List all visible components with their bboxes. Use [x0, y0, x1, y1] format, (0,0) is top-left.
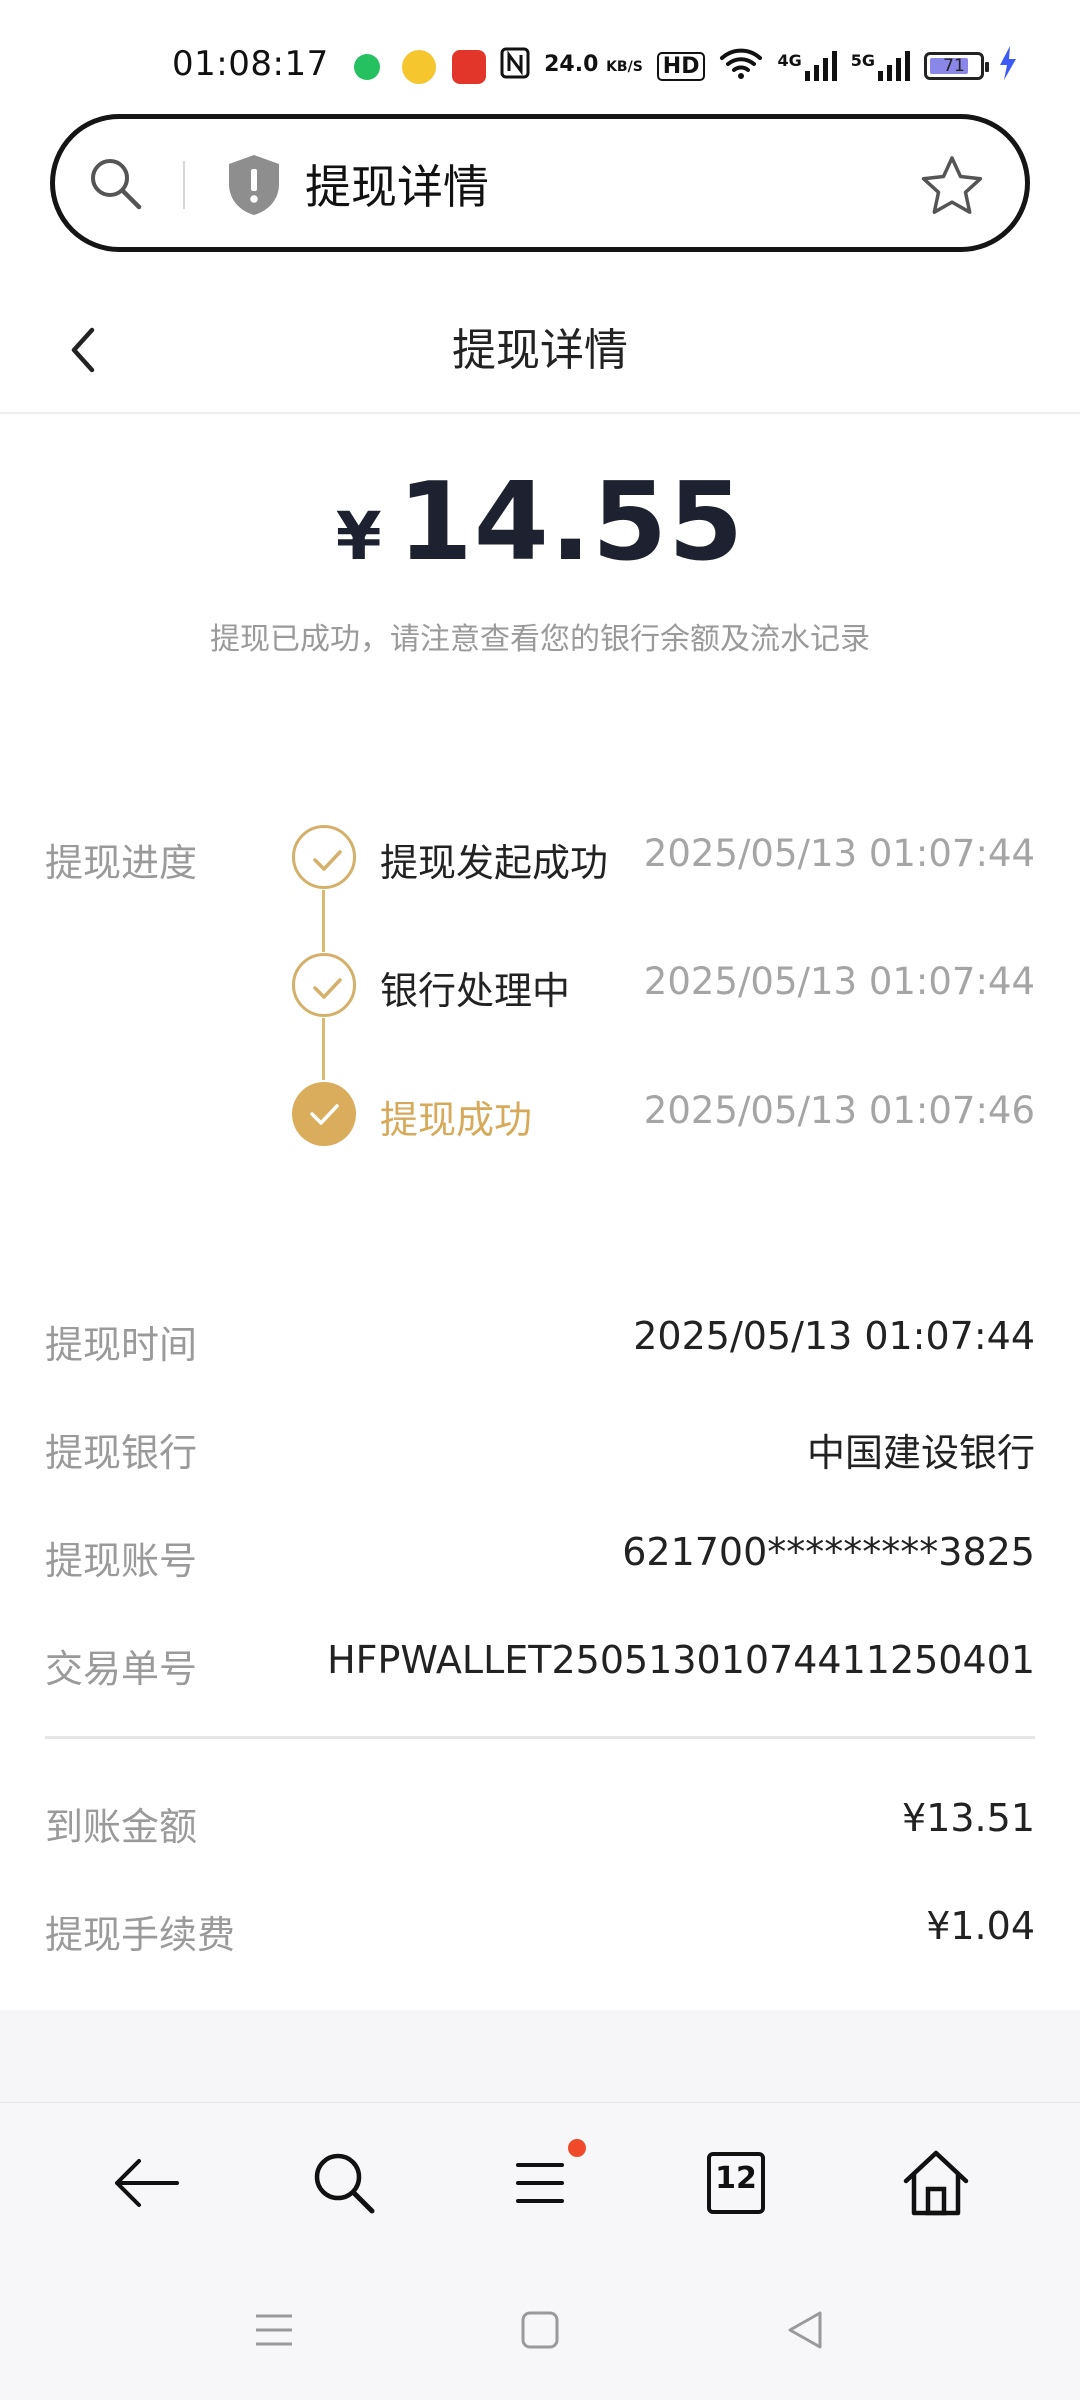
step-time: 2025/05/13 01:07:44 — [643, 832, 1035, 875]
withdraw-account-value: 621700*********3825 — [622, 1530, 1035, 1574]
transaction-id-value: HFPWALLET25051301074411250401 — [327, 1638, 1035, 1682]
signal-4g-label: 4G — [777, 51, 802, 70]
signal-5g-label: 5G — [850, 51, 875, 70]
divider — [45, 1736, 1035, 1739]
progress-connector — [322, 1018, 325, 1080]
fee-value: ¥1.04 — [926, 1904, 1035, 1948]
withdraw-bank-label: 提现银行 — [45, 1431, 198, 1475]
wifi-icon — [719, 46, 763, 86]
step-time: 2025/05/13 01:07:46 — [643, 1089, 1035, 1132]
hd-icon: HD — [656, 51, 706, 81]
transaction-id-label: 交易单号 — [45, 1647, 198, 1691]
withdraw-time-value: 2025/05/13 01:07:44 — [633, 1314, 1035, 1358]
withdraw-time-label: 提现时间 — [45, 1323, 198, 1367]
menu-button[interactable] — [500, 2139, 586, 2223]
home-icon[interactable] — [896, 2143, 976, 2223]
search-icon[interactable] — [304, 2143, 384, 2223]
tabs-button[interactable]: 12 — [696, 2143, 776, 2223]
step-check-filled-icon — [292, 1082, 356, 1146]
page-header: 提现详情 — [0, 290, 1080, 414]
progress-connector — [322, 890, 325, 952]
search-icon[interactable] — [85, 153, 145, 213]
page-bottom-spacer — [0, 2010, 1080, 2102]
net-speed-unit: KB/S — [606, 59, 643, 75]
status-bar: 01:08:17 24.0 KB/S HD 4G 5G 71 — [0, 0, 1080, 110]
net-speed: 24.0 KB/S — [544, 52, 643, 77]
battery-icon: 71 — [924, 52, 989, 80]
received-amount-label: 到账金额 — [45, 1805, 198, 1849]
signal-5g-icon: 5G — [851, 51, 910, 81]
status-icons: 24.0 KB/S HD 4G 5G 71 — [500, 44, 1018, 88]
fee-label: 提现手续费 — [45, 1913, 236, 1957]
step-label: 银行处理中 — [380, 969, 571, 1013]
received-amount-value: ¥13.51 — [902, 1796, 1035, 1840]
withdraw-account-label: 提现账号 — [45, 1539, 198, 1583]
wechat-app-icon — [354, 54, 380, 80]
net-speed-value: 24.0 — [544, 52, 599, 77]
pet-app-icon — [402, 50, 436, 84]
step-label: 提现发起成功 — [380, 841, 609, 885]
status-time: 01:08:17 — [172, 44, 329, 84]
step-check-icon — [292, 953, 356, 1017]
step-time: 2025/05/13 01:07:44 — [643, 960, 1035, 1003]
tab-count: 12 — [715, 2161, 757, 2196]
star-icon[interactable] — [919, 153, 985, 219]
address-text[interactable]: 提现详情 — [305, 151, 489, 217]
address-bar[interactable]: 提现详情 — [50, 114, 1030, 252]
nfc-icon — [500, 47, 530, 85]
signal-4g-icon: 4G — [777, 51, 837, 81]
system-nav-bar — [0, 2262, 1080, 2400]
back-triangle-icon[interactable] — [780, 2304, 832, 2356]
step-label-current: 提现成功 — [380, 1098, 533, 1142]
step-check-icon — [292, 825, 356, 889]
currency-symbol: ¥ — [335, 498, 382, 575]
withdraw-bank-value: 中国建设银行 — [806, 1431, 1035, 1475]
success-notice: 提现已成功，请注意查看您的银行余额及流水记录 — [210, 622, 870, 657]
charging-icon — [998, 46, 1018, 86]
shield-alert-icon[interactable] — [225, 153, 283, 217]
amount-value: 14.55 — [397, 460, 745, 585]
shopping-app-icon — [452, 50, 486, 84]
arrow-left-icon[interactable] — [107, 2143, 187, 2223]
address-divider — [183, 161, 185, 209]
menu-icon — [516, 2163, 564, 2203]
recent-apps-icon[interactable] — [248, 2304, 300, 2356]
withdraw-amount: ¥14.55 — [0, 460, 1080, 585]
battery-level: 71 — [943, 56, 965, 76]
notification-dot — [568, 2139, 586, 2157]
page-title: 提现详情 — [452, 325, 628, 376]
progress-label: 提现进度 — [45, 841, 198, 885]
home-square-icon[interactable] — [514, 2304, 566, 2356]
browser-toolbar: 12 — [0, 2102, 1080, 2263]
